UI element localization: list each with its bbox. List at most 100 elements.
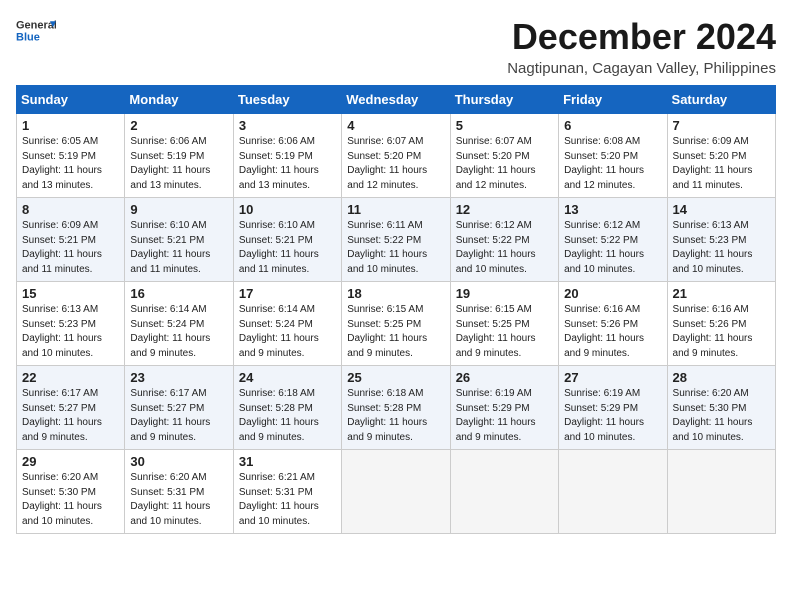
day-number: 22 [22, 370, 119, 385]
weekday-header: Saturday [667, 86, 775, 114]
day-info: Sunrise: 6:16 AMSunset: 5:26 PMDaylight:… [673, 303, 770, 361]
calendar-cell: 23Sunrise: 6:17 AMSunset: 5:27 PMDayligh… [125, 366, 233, 450]
day-number: 13 [564, 202, 661, 217]
calendar-cell: 27 Sunrise: 6:19 AMSunset: 5:29 PMDayligh… [559, 366, 667, 450]
day-number: 16 [130, 286, 227, 301]
calendar-cell: 7 Sunrise: 6:09 AMSunset: 5:20 PMDaylight… [667, 114, 775, 198]
calendar-cell: 25 Sunrise: 6:18 AMSunset: 5:28 PMDayligh… [342, 366, 450, 450]
calendar-header-row: SundayMondayTuesdayWednesdayThursdayFrid… [17, 86, 776, 114]
calendar-cell: 11Sunrise: 6:11 AMSunset: 5:22 PMDayligh… [342, 198, 450, 282]
calendar-week-row: 8 Sunrise: 6:09 AMSunset: 5:21 PMDaylight… [17, 198, 776, 282]
calendar-cell: 5 Sunrise: 6:07 AMSunset: 5:20 PMDaylight… [450, 114, 558, 198]
day-number: 28 [673, 370, 770, 385]
day-info: Sunrise: 6:14 AMSunset: 5:24 PMDaylight:… [239, 303, 336, 361]
svg-text:Blue: Blue [16, 31, 40, 43]
weekday-header: Wednesday [342, 86, 450, 114]
calendar-cell: 3 Sunrise: 6:06 AMSunset: 5:19 PMDaylight… [233, 114, 341, 198]
day-info: Sunrise: 6:13 AMSunset: 5:23 PMDaylight:… [22, 303, 119, 361]
day-number: 27 [564, 370, 661, 385]
calendar-cell: 9Sunrise: 6:10 AMSunset: 5:21 PMDaylight… [125, 198, 233, 282]
day-number: 1 [22, 118, 119, 133]
calendar-cell: 19Sunrise: 6:15 AMSunset: 5:25 PMDayligh… [450, 282, 558, 366]
calendar-cell: 2 Sunrise: 6:06 AMSunset: 5:19 PMDaylight… [125, 114, 233, 198]
day-info: Sunrise: 6:19 AMSunset: 5:29 PMDaylight:… [564, 387, 661, 445]
day-number: 25 [347, 370, 444, 385]
day-info: Sunrise: 6:09 AMSunset: 5:20 PMDaylight:… [673, 135, 770, 193]
weekday-header: Sunday [17, 86, 125, 114]
calendar-cell: 6 Sunrise: 6:08 AMSunset: 5:20 PMDaylight… [559, 114, 667, 198]
day-info: Sunrise: 6:08 AMSunset: 5:20 PMDaylight:… [564, 135, 661, 193]
day-number: 30 [130, 454, 227, 469]
day-number: 23 [130, 370, 227, 385]
day-number: 31 [239, 454, 336, 469]
calendar-cell: 31 Sunrise: 6:21 AMSunset: 5:31 PMDayligh… [233, 450, 341, 534]
calendar-cell: 13 Sunrise: 6:12 AMSunset: 5:22 PMDayligh… [559, 198, 667, 282]
calendar-cell: 8 Sunrise: 6:09 AMSunset: 5:21 PMDaylight… [17, 198, 125, 282]
month-title: December 2024 [507, 16, 776, 58]
calendar-cell [559, 450, 667, 534]
calendar-cell: 26Sunrise: 6:19 AMSunset: 5:29 PMDayligh… [450, 366, 558, 450]
day-info: Sunrise: 6:18 AMSunset: 5:28 PMDaylight:… [239, 387, 336, 445]
day-info: Sunrise: 6:18 AMSunset: 5:28 PMDaylight:… [347, 387, 444, 445]
day-number: 19 [456, 286, 553, 301]
logo: General Blue [16, 16, 56, 44]
day-info: Sunrise: 6:12 AMSunset: 5:22 PMDaylight:… [456, 219, 553, 277]
day-number: 21 [673, 286, 770, 301]
calendar-cell: 28Sunrise: 6:20 AMSunset: 5:30 PMDayligh… [667, 366, 775, 450]
calendar-cell: 24 Sunrise: 6:18 AMSunset: 5:28 PMDayligh… [233, 366, 341, 450]
day-number: 18 [347, 286, 444, 301]
day-info: Sunrise: 6:06 AMSunset: 5:19 PMDaylight:… [130, 135, 227, 193]
calendar-week-row: 22 Sunrise: 6:17 AMSunset: 5:27 PMDayligh… [17, 366, 776, 450]
calendar-cell: 20Sunrise: 6:16 AMSunset: 5:26 PMDayligh… [559, 282, 667, 366]
calendar-cell: 30 Sunrise: 6:20 AMSunset: 5:31 PMDayligh… [125, 450, 233, 534]
day-info: Sunrise: 6:07 AMSunset: 5:20 PMDaylight:… [456, 135, 553, 193]
title-section: December 2024 Nagtipunan, Cagayan Valley… [507, 16, 776, 77]
weekday-header: Tuesday [233, 86, 341, 114]
day-number: 5 [456, 118, 553, 133]
calendar-table: SundayMondayTuesdayWednesdayThursdayFrid… [16, 85, 776, 534]
calendar-cell [342, 450, 450, 534]
calendar-cell [450, 450, 558, 534]
calendar-cell: 1Sunrise: 6:05 AMSunset: 5:19 PMDaylight… [17, 114, 125, 198]
day-info: Sunrise: 6:20 AMSunset: 5:30 PMDaylight:… [22, 471, 119, 529]
day-number: 4 [347, 118, 444, 133]
day-number: 12 [456, 202, 553, 217]
calendar-cell: 16 Sunrise: 6:14 AMSunset: 5:24 PMDayligh… [125, 282, 233, 366]
calendar-cell: 29Sunrise: 6:20 AMSunset: 5:30 PMDayligh… [17, 450, 125, 534]
day-info: Sunrise: 6:10 AMSunset: 5:21 PMDaylight:… [239, 219, 336, 277]
day-info: Sunrise: 6:12 AMSunset: 5:22 PMDaylight:… [564, 219, 661, 277]
day-info: Sunrise: 6:10 AMSunset: 5:21 PMDaylight:… [130, 219, 227, 277]
svg-text:General: General [16, 19, 56, 31]
day-info: Sunrise: 6:20 AMSunset: 5:31 PMDaylight:… [130, 471, 227, 529]
weekday-header: Friday [559, 86, 667, 114]
day-number: 8 [22, 202, 119, 217]
day-number: 11 [347, 202, 444, 217]
calendar-week-row: 15 Sunrise: 6:13 AMSunset: 5:23 PMDayligh… [17, 282, 776, 366]
day-number: 24 [239, 370, 336, 385]
day-info: Sunrise: 6:13 AMSunset: 5:23 PMDaylight:… [673, 219, 770, 277]
day-info: Sunrise: 6:21 AMSunset: 5:31 PMDaylight:… [239, 471, 336, 529]
day-number: 10 [239, 202, 336, 217]
day-number: 15 [22, 286, 119, 301]
day-info: Sunrise: 6:06 AMSunset: 5:19 PMDaylight:… [239, 135, 336, 193]
calendar-cell: 14 Sunrise: 6:13 AMSunset: 5:23 PMDayligh… [667, 198, 775, 282]
location: Nagtipunan, Cagayan Valley, Philippines [507, 60, 776, 77]
calendar-cell: 12 Sunrise: 6:12 AMSunset: 5:22 PMDayligh… [450, 198, 558, 282]
day-info: Sunrise: 6:17 AMSunset: 5:27 PMDaylight:… [22, 387, 119, 445]
calendar-cell: 15 Sunrise: 6:13 AMSunset: 5:23 PMDayligh… [17, 282, 125, 366]
day-info: Sunrise: 6:09 AMSunset: 5:21 PMDaylight:… [22, 219, 119, 277]
day-info: Sunrise: 6:07 AMSunset: 5:20 PMDaylight:… [347, 135, 444, 193]
day-info: Sunrise: 6:15 AMSunset: 5:25 PMDaylight:… [347, 303, 444, 361]
day-number: 7 [673, 118, 770, 133]
day-number: 14 [673, 202, 770, 217]
page-header: General Blue December 2024 Nagtipunan, C… [16, 16, 776, 77]
day-info: Sunrise: 6:19 AMSunset: 5:29 PMDaylight:… [456, 387, 553, 445]
calendar-cell: 22 Sunrise: 6:17 AMSunset: 5:27 PMDayligh… [17, 366, 125, 450]
day-number: 6 [564, 118, 661, 133]
day-number: 2 [130, 118, 227, 133]
day-info: Sunrise: 6:14 AMSunset: 5:24 PMDaylight:… [130, 303, 227, 361]
day-number: 17 [239, 286, 336, 301]
weekday-header: Monday [125, 86, 233, 114]
day-number: 3 [239, 118, 336, 133]
calendar-cell: 18 Sunrise: 6:15 AMSunset: 5:25 PMDayligh… [342, 282, 450, 366]
